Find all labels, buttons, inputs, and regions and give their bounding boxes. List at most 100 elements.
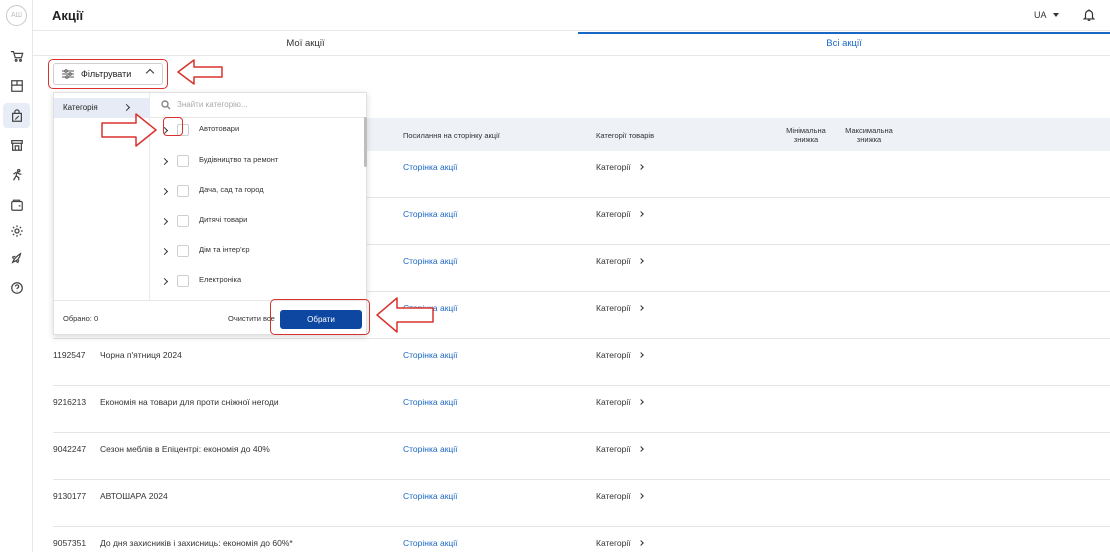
chevron-right-icon[interactable]: [160, 157, 169, 166]
category-checkbox[interactable]: [177, 215, 189, 227]
categories-toggle[interactable]: Категорії: [596, 350, 644, 360]
help-icon[interactable]: [8, 279, 25, 296]
tab-my-promotions[interactable]: Мої акції: [33, 32, 578, 56]
row-id: 9216213: [53, 397, 87, 407]
promo-page-link[interactable]: Сторінка акції: [403, 256, 458, 266]
category-checkbox[interactable]: [177, 245, 189, 257]
promo-page-link[interactable]: Сторінка акції: [403, 350, 458, 360]
categories-toggle[interactable]: Категорії: [596, 538, 644, 548]
category-option[interactable]: Електроніка: [150, 272, 360, 292]
categories-toggle[interactable]: Категорії: [596, 162, 644, 172]
selected-count: Обрано: 0: [63, 314, 99, 323]
table-row: 9130177 АВТОШАРА 2024 Сторінка акції Кат…: [53, 480, 1110, 527]
chevron-right-icon[interactable]: [160, 217, 169, 226]
category-checkbox[interactable]: [177, 185, 189, 197]
logo: AШ: [6, 5, 27, 26]
row-id: 1192547: [53, 350, 86, 360]
categories-toggle[interactable]: Категорії: [596, 209, 644, 219]
categories-label: Категорії: [596, 256, 631, 266]
chevron-down-icon[interactable]: [1053, 13, 1059, 17]
table-row: 9216213 Економія на товари для проти сні…: [53, 386, 1110, 433]
chevron-right-icon: [637, 211, 644, 217]
language-select[interactable]: UA: [1034, 10, 1047, 20]
tab-bar: Мої акції Всі акції: [33, 32, 1110, 56]
category-option[interactable]: Дитячі товари: [150, 212, 360, 232]
filter-type-label: Категорія: [63, 103, 98, 112]
search-icon: [161, 100, 171, 110]
categories-label: Категорії: [596, 209, 631, 219]
category-option-label: Автотовари: [199, 124, 240, 133]
category-search-input[interactable]: Знайти категорію...: [161, 96, 361, 114]
bell-icon[interactable]: [1082, 8, 1096, 22]
table-row: 9057351 До дня захисників і захисниць: е…: [53, 527, 1110, 552]
category-option[interactable]: Будівництво та ремонт: [150, 152, 360, 172]
annotation-highlight: [270, 299, 370, 335]
panel-scrollbar[interactable]: [364, 117, 367, 167]
categories-toggle[interactable]: Категорії: [596, 491, 644, 501]
row-name: До дня захисників і захисниць: економія …: [100, 538, 293, 548]
category-option-label: Дача, сад та город: [199, 185, 264, 194]
settings-icon[interactable]: [8, 222, 25, 239]
category-option[interactable]: Дім та інтер'єр: [150, 242, 360, 262]
chevron-right-icon[interactable]: [160, 247, 169, 256]
promo-page-link[interactable]: Сторінка акції: [403, 209, 458, 219]
table-row: 9042247 Сезон меблів в Епіцентрі: економ…: [53, 433, 1110, 480]
categories-label: Категорії: [596, 350, 631, 360]
categories-toggle[interactable]: Категорії: [596, 303, 644, 313]
rocket-icon[interactable]: [8, 249, 25, 266]
category-option-label: Дитячі товари: [199, 215, 248, 224]
promo-page-link[interactable]: Сторінка акції: [403, 162, 458, 172]
category-option-label: Дім та інтер'єр: [199, 245, 250, 254]
categories-toggle[interactable]: Категорії: [596, 256, 644, 266]
chevron-right-icon[interactable]: [160, 187, 169, 196]
store-icon[interactable]: [8, 136, 25, 153]
page-title: Акції: [52, 8, 84, 23]
chevron-right-icon: [637, 352, 644, 358]
wallet-icon[interactable]: [8, 196, 25, 213]
category-checkbox[interactable]: [177, 275, 189, 287]
chevron-right-icon: [637, 399, 644, 405]
left-rail: AШ: [0, 0, 33, 552]
cart-icon[interactable]: [8, 47, 25, 64]
row-id: 9042247: [53, 444, 87, 454]
tab-all-promotions[interactable]: Всі акції: [578, 32, 1110, 56]
catalog-icon[interactable]: [8, 77, 25, 94]
promo-page-link[interactable]: Сторінка акції: [403, 444, 458, 454]
promo-page-link[interactable]: Сторінка акції: [403, 538, 458, 548]
chevron-right-icon: [637, 540, 644, 546]
categories-label: Категорії: [596, 397, 631, 407]
category-option-label: Електроніка: [199, 275, 242, 284]
chevron-right-icon: [637, 446, 644, 452]
chevron-right-icon: [637, 258, 644, 264]
filter-type-category[interactable]: Категорія: [54, 98, 150, 118]
chevron-right-icon[interactable]: [160, 277, 169, 286]
row-name: Економія на товари для проти сніжної нег…: [100, 397, 279, 407]
promotions-icon[interactable]: [3, 103, 30, 128]
category-checkbox[interactable]: [177, 155, 189, 167]
header-max-discount[interactable]: Максимальна знижка: [843, 126, 895, 144]
row-id: 9057351: [53, 538, 87, 548]
row-id: 9130177: [53, 491, 87, 501]
promo-page-link[interactable]: Сторінка акції: [403, 303, 458, 313]
table-row: 1192547 Чорна п'ятниця 2024 Сторінка акц…: [53, 339, 1110, 386]
header-min-discount[interactable]: Мінімальна знижка: [785, 126, 827, 144]
categories-toggle[interactable]: Категорії: [596, 397, 644, 407]
header-categories: Категорії товарів: [596, 131, 655, 140]
category-option[interactable]: Дача, сад та город: [150, 182, 360, 202]
clear-all-button[interactable]: Очистити все: [228, 314, 275, 323]
chevron-right-icon: [637, 305, 644, 311]
categories-toggle[interactable]: Категорії: [596, 444, 644, 454]
annotation-highlight: [163, 117, 183, 136]
top-header: Акції UA: [33, 0, 1110, 31]
annotation-highlight: [48, 59, 168, 89]
categories-label: Категорії: [596, 444, 631, 454]
categories-label: Категорії: [596, 303, 631, 313]
promo-page-link[interactable]: Сторінка акції: [403, 397, 458, 407]
running-icon[interactable]: [8, 166, 25, 183]
promo-page-link[interactable]: Сторінка акції: [403, 491, 458, 501]
categories-label: Категорії: [596, 491, 631, 501]
header-link: Посилання на сторінку акції: [403, 131, 500, 140]
category-search-placeholder: Знайти категорію...: [177, 100, 248, 109]
categories-label: Категорії: [596, 162, 631, 172]
category-option-label: Будівництво та ремонт: [199, 155, 279, 164]
